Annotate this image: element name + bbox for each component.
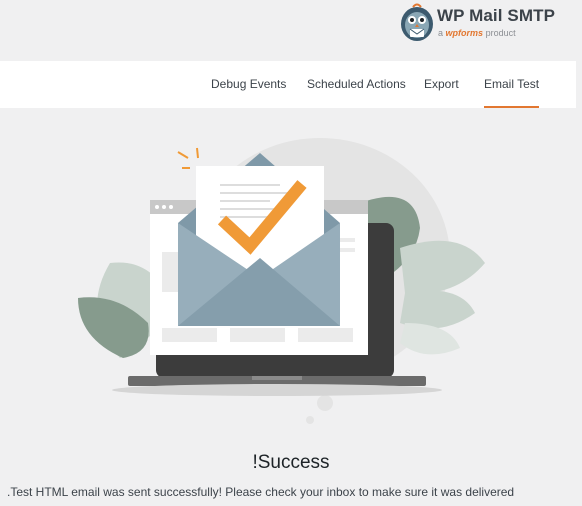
wpforms-logo-text: wpforms xyxy=(445,28,484,38)
tools-tab-bar: Debug Events Scheduled Actions Export Em… xyxy=(0,61,576,108)
tagline-suffix: product xyxy=(485,28,516,38)
brand-header: WP Mail SMTP a wpforms product xyxy=(0,0,582,60)
email-sent-illustration-icon xyxy=(78,138,485,424)
success-heading: !Success xyxy=(252,452,330,473)
tab-export[interactable]: Export xyxy=(424,61,459,108)
tab-email-test[interactable]: Email Test xyxy=(484,61,540,108)
success-message: .Test HTML email was sent successfully! … xyxy=(7,485,515,499)
wp-mail-smtp-logo-icon xyxy=(401,3,433,41)
brand-tagline: a wpforms product xyxy=(438,28,516,38)
tab-scheduled-actions[interactable]: Scheduled Actions xyxy=(307,61,406,108)
brand-title: WP Mail SMTP xyxy=(437,6,556,25)
tagline-prefix: a xyxy=(438,28,444,38)
tab-debug-events[interactable]: Debug Events xyxy=(211,61,286,108)
